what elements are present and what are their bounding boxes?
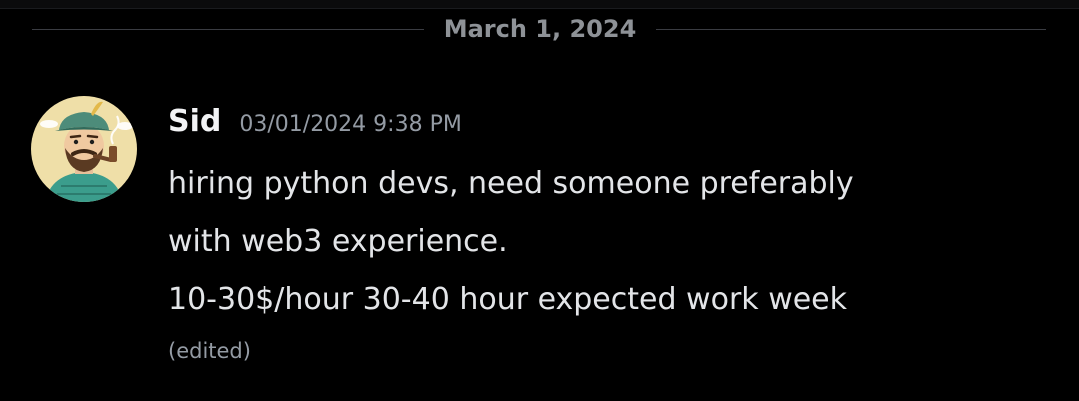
edited-indicator: (edited) <box>168 339 251 363</box>
date-divider: March 1, 2024 <box>32 15 1046 43</box>
message-text-line: hiring python devs, need someone prefera… <box>168 166 854 201</box>
message-text-line: 10-30$/hour 30-40 hour expected work wee… <box>168 282 848 317</box>
window-top-edge <box>0 0 1079 9</box>
divider-line-right <box>656 29 1046 30</box>
message-text-line: with web3 experience. <box>168 224 508 259</box>
author-name[interactable]: Sid <box>168 104 221 139</box>
avatar-man-with-pipe-icon <box>31 96 137 202</box>
divider-line-left <box>32 29 424 30</box>
message-header: Sid 03/01/2024 9:38 PM <box>168 104 462 148</box>
message-timestamp[interactable]: 03/01/2024 9:38 PM <box>239 112 461 137</box>
date-divider-label: March 1, 2024 <box>443 15 637 43</box>
avatar[interactable] <box>31 96 137 202</box>
